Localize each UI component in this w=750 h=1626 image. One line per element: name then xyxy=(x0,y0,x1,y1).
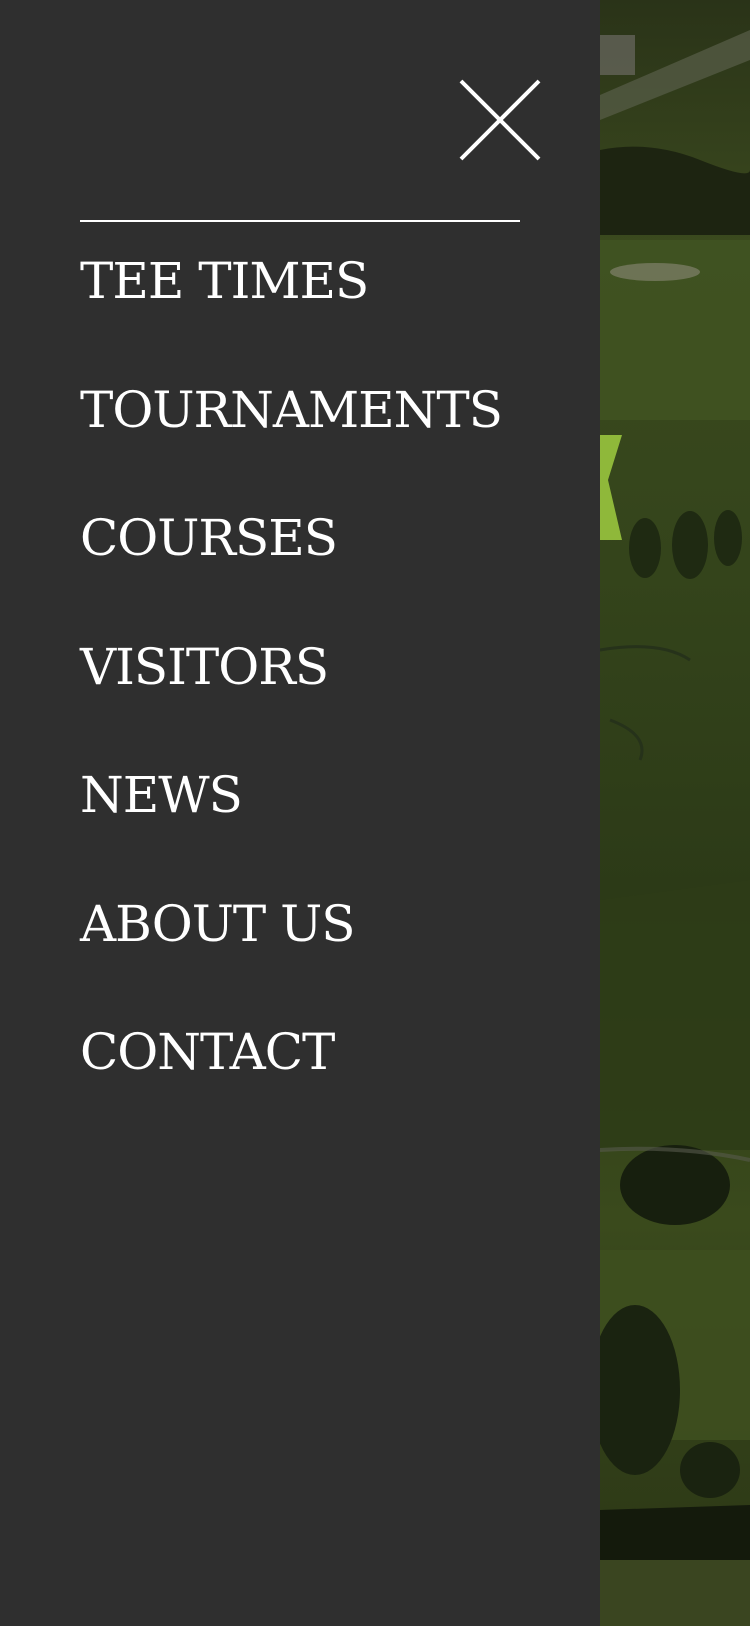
navigation-drawer: TEE TIMES TOURNAMENTS COURSES VISITORS N… xyxy=(0,0,600,1626)
menu-link-tee-times[interactable]: TEE TIMES xyxy=(80,246,369,316)
menu-item-courses: COURSES xyxy=(80,503,502,632)
menu-link-tournaments[interactable]: TOURNAMENTS xyxy=(80,375,503,445)
menu-link-contact[interactable]: CONTACT xyxy=(80,1017,335,1087)
menu-item-tournaments: TOURNAMENTS xyxy=(80,375,503,504)
menu-item-tee-times: TEE TIMES xyxy=(80,246,502,375)
menu-divider xyxy=(80,220,520,222)
menu-link-news[interactable]: NEWS xyxy=(80,760,243,830)
menu-link-visitors[interactable]: VISITORS xyxy=(80,632,329,702)
menu-item-about-us: ABOUT US xyxy=(80,889,502,1018)
menu-item-news: NEWS xyxy=(80,760,502,889)
main-menu: TEE TIMES TOURNAMENTS COURSES VISITORS N… xyxy=(80,246,503,1146)
menu-link-courses[interactable]: COURSES xyxy=(80,503,338,573)
menu-item-visitors: VISITORS xyxy=(80,632,502,761)
close-icon xyxy=(459,79,541,161)
menu-item-contact: CONTACT xyxy=(80,1017,502,1146)
close-menu-button[interactable] xyxy=(459,79,541,161)
menu-link-about-us[interactable]: ABOUT US xyxy=(80,889,356,959)
